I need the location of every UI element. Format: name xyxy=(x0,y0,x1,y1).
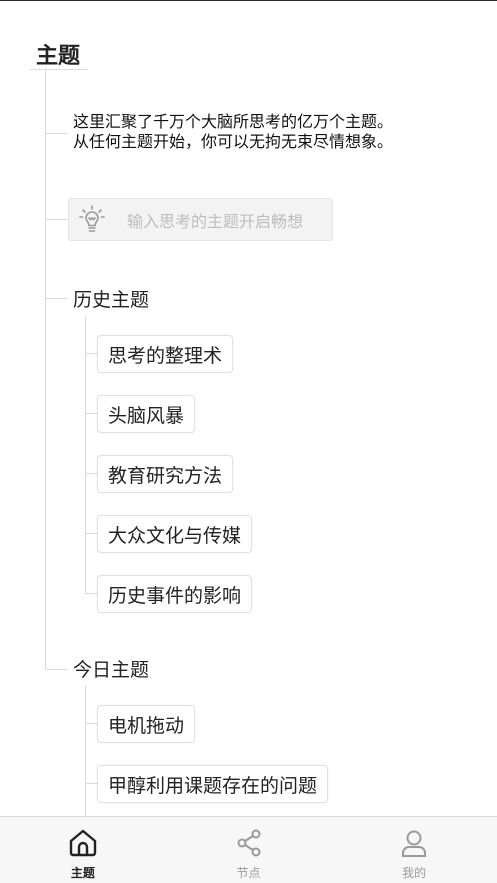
tab-topics-label: 主题 xyxy=(70,866,95,880)
bottom-tab-bar: 主题 节点 我的 xyxy=(0,816,497,883)
home-icon xyxy=(66,826,100,860)
intro-line-2: 从任何主题开始，你可以无拘无束尽情想象。 xyxy=(73,132,394,151)
tree-main-line xyxy=(45,70,46,670)
history-topic-item[interactable]: 头脑风暴 xyxy=(97,395,196,433)
history-section-title: 历史主题 xyxy=(73,289,150,311)
history-branch-4 xyxy=(85,533,97,534)
tree-branch-search xyxy=(45,219,67,220)
tab-nodes[interactable]: 节点 xyxy=(166,817,332,883)
history-topic-item[interactable]: 教育研究方法 xyxy=(97,455,234,493)
page-title: 主题 xyxy=(36,44,81,69)
tab-nodes-label: 节点 xyxy=(236,866,261,880)
tree-branch-intro xyxy=(45,133,67,134)
intro-text: 这里汇聚了千万个大脑所思考的亿万个主题。 从任何主题开始，你可以无拘无束尽情想象… xyxy=(73,112,393,152)
tree-branch-today xyxy=(45,669,67,670)
history-topic-item[interactable]: 思考的整理术 xyxy=(97,335,234,373)
history-branch-3 xyxy=(85,473,97,474)
history-branch-5 xyxy=(85,593,97,594)
tab-mine[interactable]: 我的 xyxy=(331,817,497,883)
search-placeholder: 输入思考的主题开启畅想 xyxy=(127,211,304,231)
share-nodes-icon xyxy=(232,826,266,860)
history-branch-1 xyxy=(85,353,97,354)
today-sub-line xyxy=(85,686,86,816)
history-branch-2 xyxy=(85,413,97,414)
lightbulb-icon xyxy=(69,199,115,240)
today-branch-1 xyxy=(85,723,97,724)
today-section-title: 今日主题 xyxy=(73,659,150,681)
history-topic-item[interactable]: 历史事件的影响 xyxy=(97,575,253,613)
intro-line-1: 这里汇聚了千万个大脑所思考的亿万个主题。 xyxy=(73,112,394,131)
today-topic-item[interactable]: 电机拖动 xyxy=(97,705,196,743)
history-topic-item[interactable]: 大众文化与传媒 xyxy=(97,515,253,553)
today-topic-item[interactable]: 甲醇利用课题存在的问题 xyxy=(97,765,329,803)
user-icon xyxy=(397,826,431,860)
today-branch-2 xyxy=(85,783,97,784)
top-border xyxy=(0,0,497,1)
tab-mine-label: 我的 xyxy=(402,866,427,880)
tree-branch-history xyxy=(45,298,67,299)
history-sub-line xyxy=(85,316,86,594)
tab-topics[interactable]: 主题 xyxy=(0,817,166,883)
topic-search-input[interactable]: 输入思考的主题开启畅想 xyxy=(68,198,333,241)
title-underline xyxy=(30,69,88,70)
